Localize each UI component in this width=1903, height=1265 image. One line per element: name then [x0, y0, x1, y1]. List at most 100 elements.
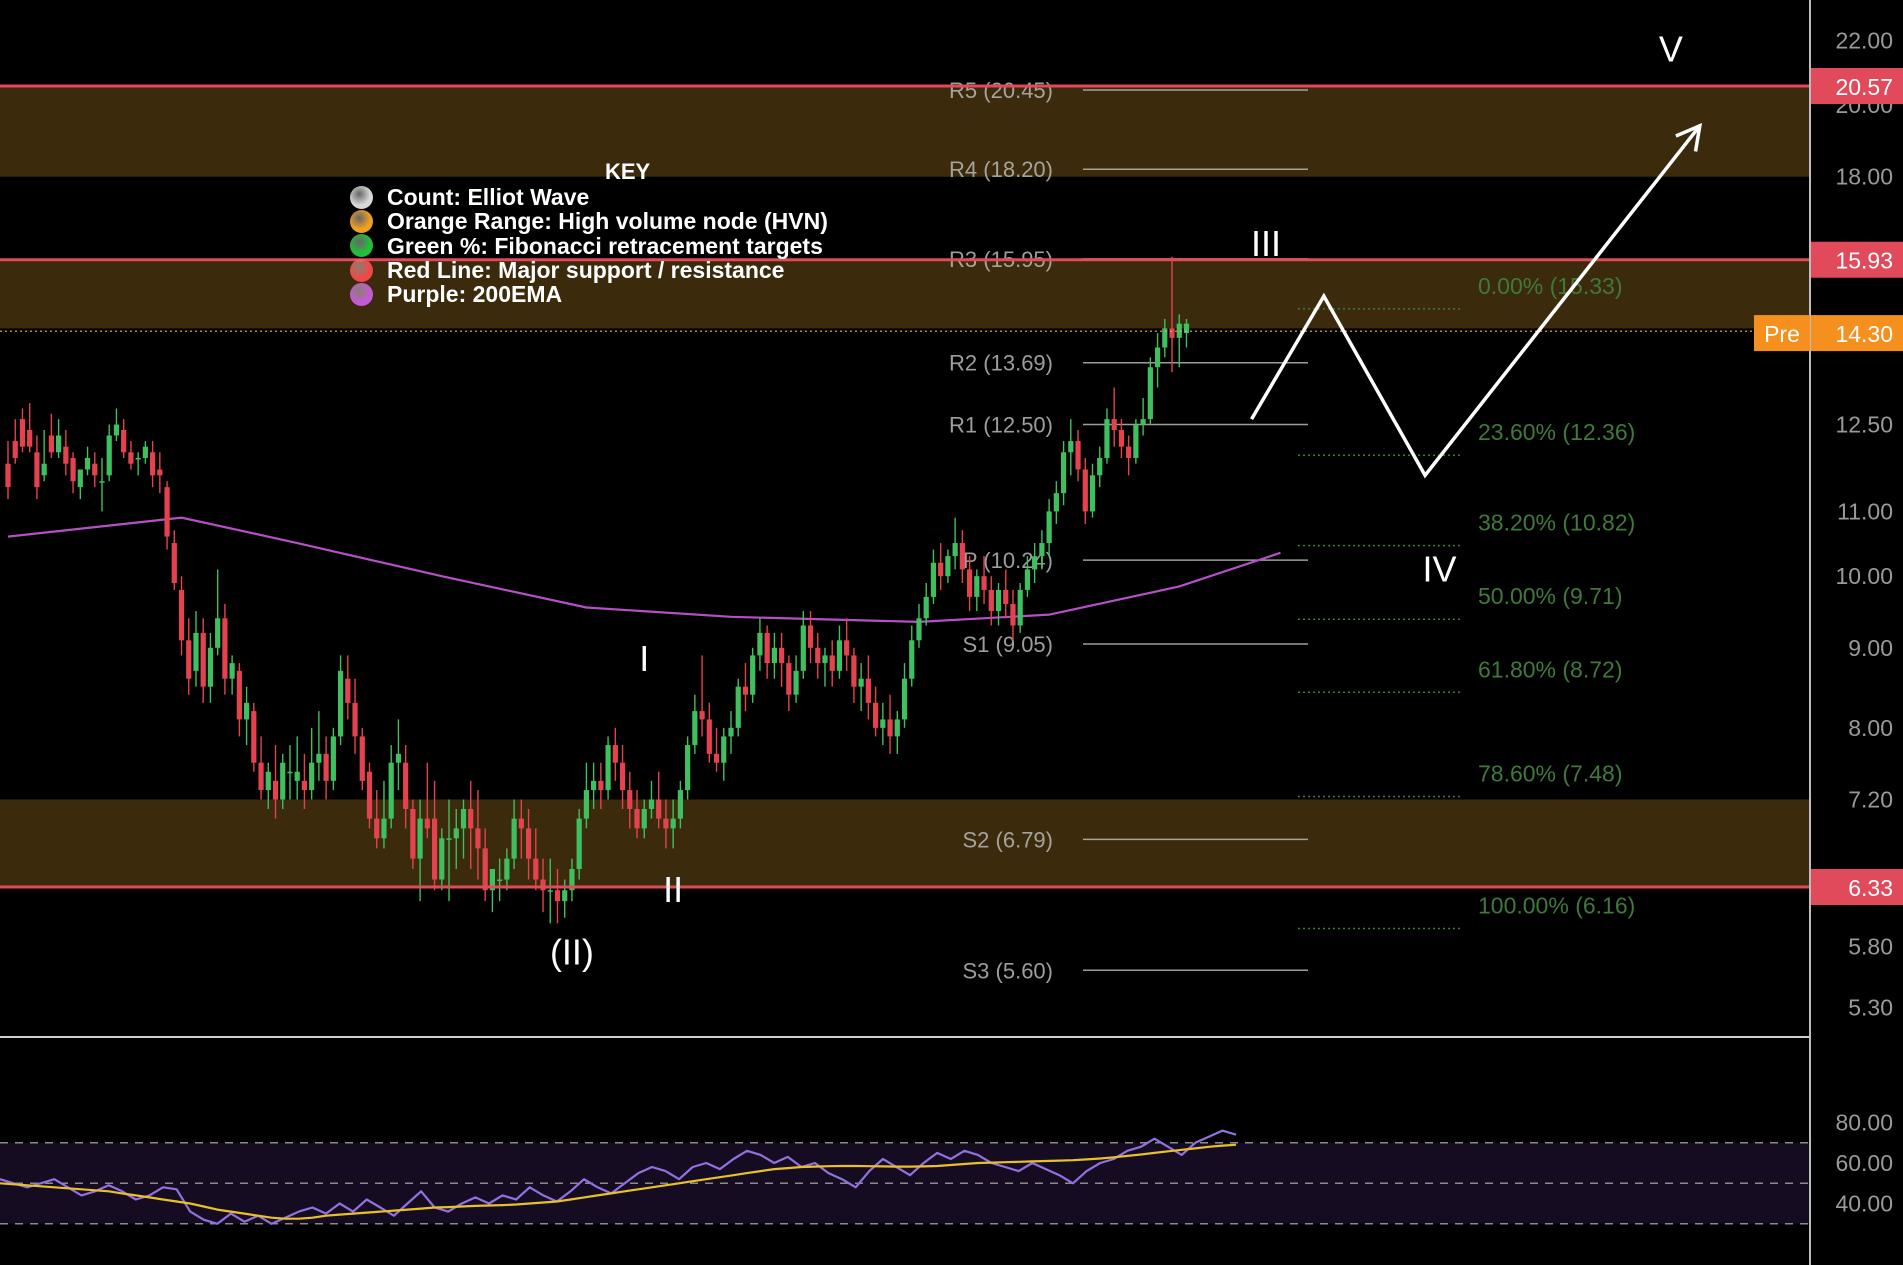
wave-label: V: [1659, 29, 1683, 70]
candle-body: [265, 771, 271, 791]
candle-body: [1075, 441, 1081, 470]
axis-background: [1810, 0, 1903, 1265]
legend-item: Purple: 200EMA: [350, 282, 828, 306]
chart[interactable]: R5 (20.45)R4 (18.20)R3 (15.95)R2 (13.69)…: [0, 0, 1903, 1265]
candle-body: [1169, 328, 1175, 338]
candle-body: [511, 818, 517, 859]
candle-body: [251, 711, 257, 763]
price-tick-label: 18.00: [1835, 164, 1893, 190]
candle-body: [894, 719, 900, 737]
candle-body: [988, 589, 994, 612]
pivot-label: R2 (13.69): [949, 351, 1053, 376]
candle-body: [157, 469, 163, 476]
candle-body: [424, 818, 430, 829]
legend-label: Green %: Fibonacci retracement targets: [387, 232, 823, 259]
candle-body: [294, 771, 300, 781]
candle-body: [887, 719, 893, 737]
candle-body: [431, 818, 438, 880]
candle-body: [178, 589, 185, 641]
legend-dot: [350, 185, 373, 209]
candle-body: [113, 424, 120, 436]
candle-body: [63, 446, 69, 464]
candle-body: [27, 430, 33, 447]
candle-body: [345, 678, 351, 703]
candle-body: [366, 771, 373, 819]
candle: [685, 736, 691, 800]
candle-body: [916, 618, 922, 641]
legend-label: Count: Elliot Wave: [387, 184, 590, 211]
candle-body: [142, 446, 148, 458]
candle-body: [272, 780, 279, 800]
candle-body: [316, 753, 322, 763]
candle: [605, 736, 611, 800]
candle-body: [750, 655, 756, 695]
candle-body: [598, 780, 604, 791]
candle-body: [735, 686, 741, 728]
candle-body: [200, 632, 206, 687]
candle: [359, 727, 365, 791]
candle-body: [525, 828, 532, 859]
candle-body: [1039, 543, 1045, 557]
candle-body: [692, 711, 698, 746]
rsi-tick-label: 80.00: [1835, 1110, 1893, 1136]
legend-dot: [350, 209, 373, 233]
candle-body: [128, 452, 134, 464]
candle: [366, 762, 373, 829]
legend-item: Orange Range: High volume node (HVN): [350, 209, 828, 233]
candle-body: [648, 799, 655, 809]
price-tick-label: 11.00: [1837, 498, 1893, 524]
candle-body: [757, 632, 763, 656]
candle-body: [41, 463, 47, 476]
candle-body: [547, 890, 553, 892]
candle-body: [1010, 603, 1016, 626]
legend-dot: [350, 234, 373, 258]
candle-body: [764, 632, 770, 664]
candle-body: [1111, 419, 1117, 431]
candle-body: [1097, 457, 1103, 476]
candle-body: [410, 808, 416, 859]
candle-body: [468, 808, 474, 829]
candle-body: [403, 762, 409, 809]
pivot-label: S1 (9.05): [963, 632, 1054, 657]
candle-body: [619, 762, 626, 791]
candle-body: [627, 790, 633, 809]
candle-body: [1060, 452, 1067, 494]
candle-body: [395, 753, 402, 763]
candle-body: [193, 632, 199, 671]
candle: [1147, 357, 1153, 425]
candle-body: [309, 762, 315, 791]
hvn-zone: [0, 86, 1810, 177]
candle-body: [779, 647, 785, 664]
legend-item: Green %: Fibonacci retracement targets: [350, 234, 828, 258]
candle-body: [800, 625, 806, 671]
candle-body: [106, 435, 112, 476]
candle-body: [323, 753, 329, 781]
wave-label: I: [639, 638, 649, 679]
candle-body: [388, 762, 394, 819]
candle-body: [851, 655, 857, 687]
fib-label: 50.00% (9.71): [1478, 583, 1622, 609]
rsi-tick-label: 60.00: [1835, 1150, 1893, 1176]
candle-body: [605, 745, 611, 791]
candle: [410, 799, 416, 869]
price-tick-label: 9.00: [1848, 635, 1893, 661]
fib-label: 100.00% (6.16): [1478, 893, 1635, 919]
candle-body: [909, 640, 915, 679]
candle-body: [858, 678, 864, 687]
candle-body: [554, 890, 561, 902]
candle-body: [475, 828, 481, 849]
pivot-label: S2 (6.79): [963, 827, 1054, 852]
price-tick-label: 8.00: [1848, 715, 1893, 741]
candle-body: [966, 569, 973, 597]
candle: [251, 702, 257, 772]
candle-body: [699, 711, 705, 720]
wave-label: IV: [1423, 548, 1457, 589]
pivot-label: R1 (12.50): [949, 413, 1053, 438]
candle-body: [207, 647, 214, 687]
candle-body: [663, 818, 669, 829]
candle-body: [236, 670, 242, 720]
candle-body: [518, 818, 524, 829]
candle-body: [771, 647, 777, 664]
pivot-label: R5 (20.45): [949, 78, 1053, 103]
legend-item: Red Line: Major support / resistance: [350, 258, 828, 282]
